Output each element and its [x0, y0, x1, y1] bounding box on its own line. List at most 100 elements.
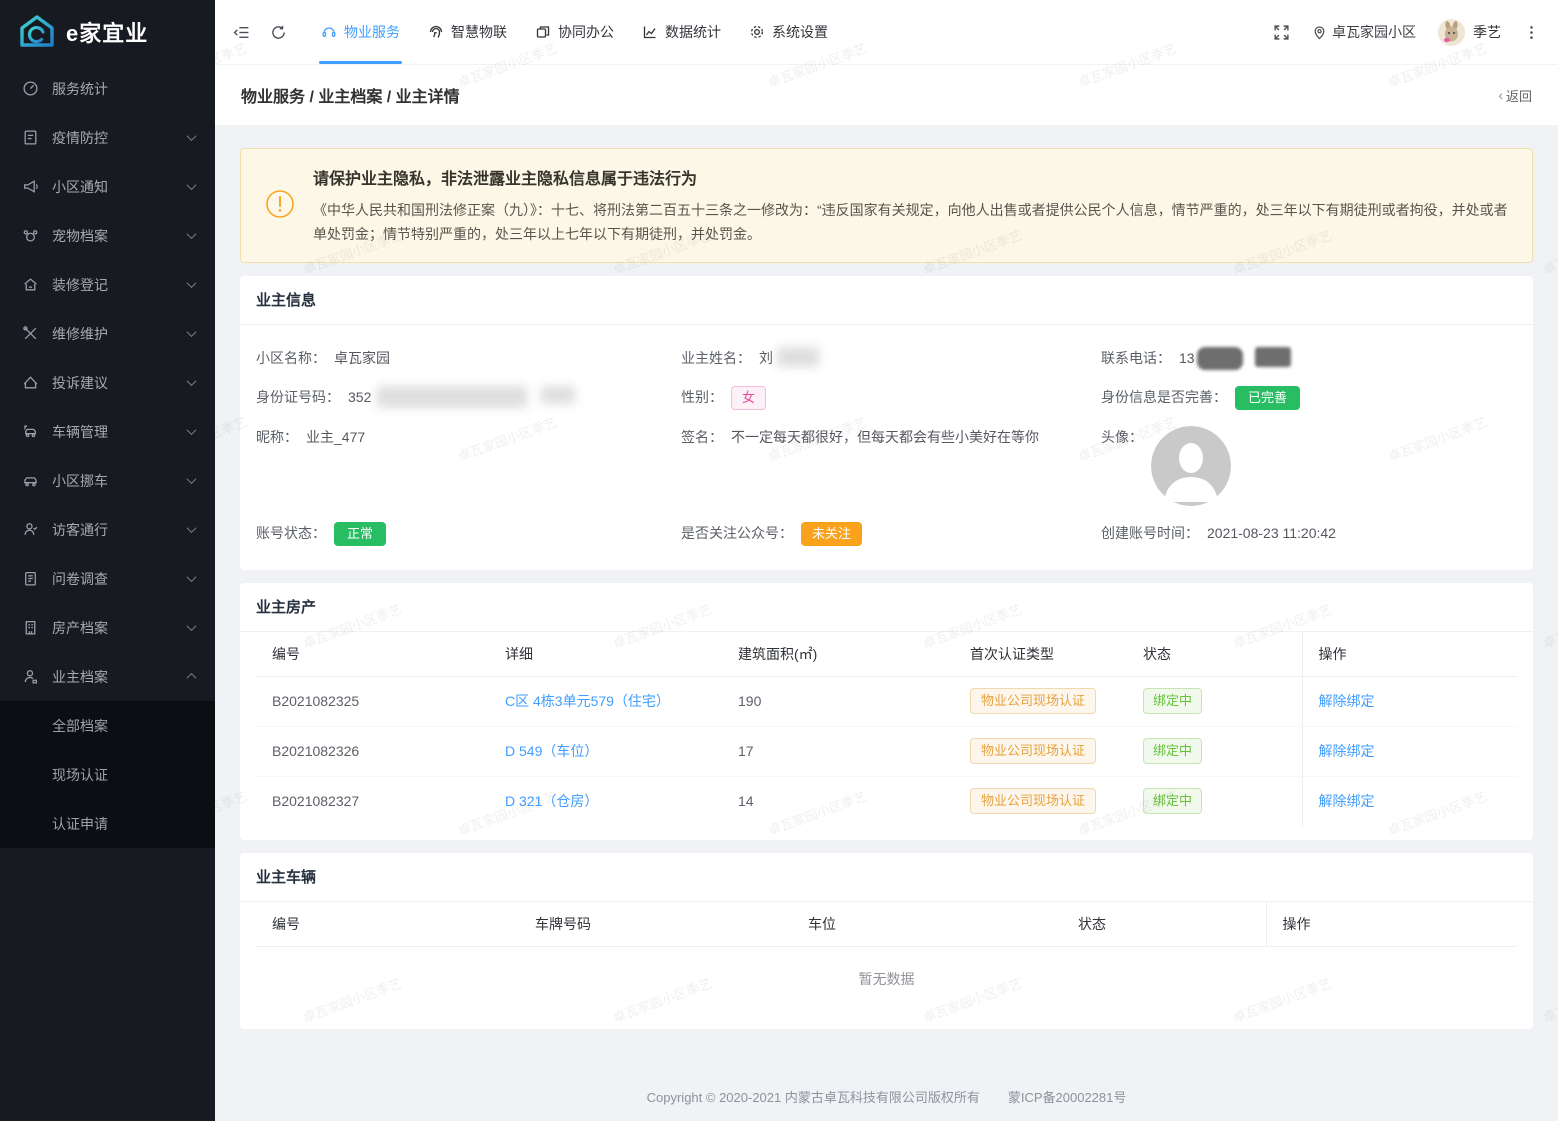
sidebar-item-owner-archive[interactable]: 业主档案 — [0, 652, 215, 701]
redacted-phone — [1255, 347, 1291, 367]
sidebar-item-label: 小区挪车 — [52, 471, 108, 491]
submenu-item-onsite-auth[interactable]: 现场认证 — [0, 750, 215, 799]
tab-system-settings[interactable]: 系统设置 — [735, 0, 842, 64]
identity-complete-badge: 已完善 — [1235, 386, 1300, 410]
chevron-down-icon — [187, 327, 197, 337]
redacted-name — [777, 347, 819, 367]
property-detail-link[interactable]: D 321（仓房） — [505, 793, 598, 809]
sidebar-item-epidemic[interactable]: 疫情防控 — [0, 113, 215, 162]
field-avatar: 头像： — [1101, 426, 1517, 506]
sidebar-item-service-stats[interactable]: 服务统计 — [0, 64, 215, 113]
auth-type-badge: 物业公司现场认证 — [970, 688, 1096, 714]
sidebar-item-label: 投诉建议 — [52, 373, 108, 393]
refresh-icon[interactable] — [270, 24, 287, 41]
icp-number: 蒙ICP备20002281号 — [1008, 1090, 1127, 1105]
sidebar-item-maintenance[interactable]: 维修维护 — [0, 309, 215, 358]
tab-label: 系统设置 — [772, 22, 828, 42]
owner-info-card: 业主信息 小区名称： 卓瓦家园 业主姓名： 刘 联系电话： 13 — [240, 276, 1533, 570]
tab-collaboration[interactable]: 协同办公 — [521, 0, 628, 64]
field-community-name: 小区名称： 卓瓦家园 — [256, 347, 681, 370]
more-menu-icon[interactable] — [1523, 24, 1540, 41]
tab-label: 智慧物联 — [451, 22, 507, 42]
field-signature: 签名： 不一定每天都很好，但每天都会有些小美好在等你 — [681, 426, 1101, 506]
megaphone-icon — [22, 178, 39, 195]
vehicles-header-row: 编号 车牌号码 车位 状态 操作 — [256, 902, 1517, 946]
sidebar-item-visitor[interactable]: 访客通行 — [0, 505, 215, 554]
person-file-icon — [22, 668, 39, 685]
fingerprint-icon — [428, 24, 444, 40]
overlap-windows-icon — [535, 24, 551, 40]
submenu-item-all-archives[interactable]: 全部档案 — [0, 701, 215, 750]
field-phone: 联系电话： 13 — [1101, 347, 1517, 370]
property-row: B2021082326 D 549（车位） 17 物业公司现场认证 绑定中 解除… — [256, 726, 1517, 776]
community-selector[interactable]: 卓瓦家园小区 — [1312, 22, 1416, 42]
property-row: B2021082325 C区 4栋3单元579（住宅） 190 物业公司现场认证… — [256, 676, 1517, 726]
person-check-icon — [22, 521, 39, 538]
submenu-item-label: 认证申请 — [52, 814, 108, 834]
sidebar-item-renovation[interactable]: 装修登记 — [0, 260, 215, 309]
chevron-down-icon — [187, 621, 197, 631]
field-id-number: 身份证号码： 352 — [256, 386, 681, 410]
col-header-plate: 车牌号码 — [519, 902, 792, 946]
pet-icon — [22, 227, 39, 244]
property-detail-link[interactable]: D 549（车位） — [505, 743, 598, 759]
sidebar-item-survey[interactable]: 问卷调查 — [0, 554, 215, 603]
sidebar-item-label: 问卷调查 — [52, 569, 108, 589]
property-detail-link[interactable]: C区 4栋3单元579（住宅） — [505, 693, 670, 709]
tab-property-service[interactable]: 物业服务 — [307, 0, 414, 64]
location-pin-icon — [1312, 25, 1327, 40]
sidebar-item-label: 维修维护 — [52, 324, 108, 344]
submenu-item-auth-apply[interactable]: 认证申请 — [0, 799, 215, 848]
collapse-sidebar-icon[interactable] — [233, 24, 250, 41]
sidebar-item-notice[interactable]: 小区通知 — [0, 162, 215, 211]
follow-status-badge: 未关注 — [801, 522, 862, 546]
section-title-owner-info: 业主信息 — [240, 276, 1533, 325]
sidebar-item-property-archive[interactable]: 房产档案 — [0, 603, 215, 652]
submenu-item-label: 现场认证 — [52, 765, 108, 785]
back-label: 返回 — [1506, 86, 1532, 105]
binding-status-badge: 绑定中 — [1143, 688, 1202, 714]
user-menu[interactable]: 季艺 — [1438, 19, 1501, 46]
app-title: e家宜业 — [66, 16, 148, 48]
tab-smart-iot[interactable]: 智慧物联 — [414, 0, 521, 64]
property-row: B2021082327 D 321（仓房） 14 物业公司现场认证 绑定中 解除… — [256, 776, 1517, 826]
sidebar-item-move-car[interactable]: 小区挪车 — [0, 456, 215, 505]
sidebar-item-label: 访客通行 — [52, 520, 108, 540]
unbind-link[interactable]: 解除绑定 — [1319, 793, 1375, 809]
fullscreen-icon[interactable] — [1273, 24, 1290, 41]
sidebar-item-complaints[interactable]: 投诉建议 — [0, 358, 215, 407]
car-icon — [22, 472, 39, 489]
field-gender: 性别： 女 — [681, 386, 1101, 410]
sidebar: e家宜业 服务统计 疫情防控 小区通知 宠物档案 装修登记 维修维护 投诉建议 … — [0, 0, 215, 1121]
breadcrumb-bar: 物业服务 / 业主档案 / 业主详情 ‹ 返回 — [215, 64, 1558, 125]
logo-house-icon — [18, 13, 56, 51]
col-header-action: 操作 — [1302, 632, 1517, 676]
col-header-id: 编号 — [256, 632, 489, 676]
main-content: 请保护业主隐私，非法泄露业主隐私信息属于违法行为 《中华人民共和国刑法修正案（九… — [215, 125, 1558, 1106]
unbind-link[interactable]: 解除绑定 — [1319, 743, 1375, 759]
unbind-link[interactable]: 解除绑定 — [1319, 693, 1375, 709]
chevron-down-icon — [187, 474, 197, 484]
sidebar-item-label: 车辆管理 — [52, 422, 108, 442]
submenu-item-label: 全部档案 — [52, 716, 108, 736]
module-tabs: 物业服务 智慧物联 协同办公 数据统计 系统设置 — [307, 0, 842, 64]
sidebar-item-pets[interactable]: 宠物档案 — [0, 211, 215, 260]
back-button[interactable]: ‹ 返回 — [1498, 86, 1532, 105]
chevron-down-icon — [187, 572, 197, 582]
col-header-auth-type: 首次认证类型 — [954, 632, 1127, 676]
property-area: 14 — [722, 776, 954, 826]
document-star-icon — [22, 129, 39, 146]
chevron-down-icon — [187, 131, 197, 141]
owner-avatar-placeholder — [1151, 426, 1231, 506]
chevron-left-icon: ‹ — [1498, 87, 1503, 103]
chevron-down-icon — [187, 523, 197, 533]
property-area: 190 — [722, 676, 954, 726]
col-header-status: 状态 — [1062, 902, 1266, 946]
breadcrumb: 物业服务 / 业主档案 / 业主详情 — [241, 83, 460, 107]
tab-statistics[interactable]: 数据统计 — [628, 0, 735, 64]
property-id: B2021082326 — [256, 726, 489, 776]
sidebar-item-vehicle-mgmt[interactable]: 车辆管理 — [0, 407, 215, 456]
binding-status-badge: 绑定中 — [1143, 788, 1202, 814]
clipboard-icon — [22, 570, 39, 587]
chart-icon — [642, 24, 658, 40]
